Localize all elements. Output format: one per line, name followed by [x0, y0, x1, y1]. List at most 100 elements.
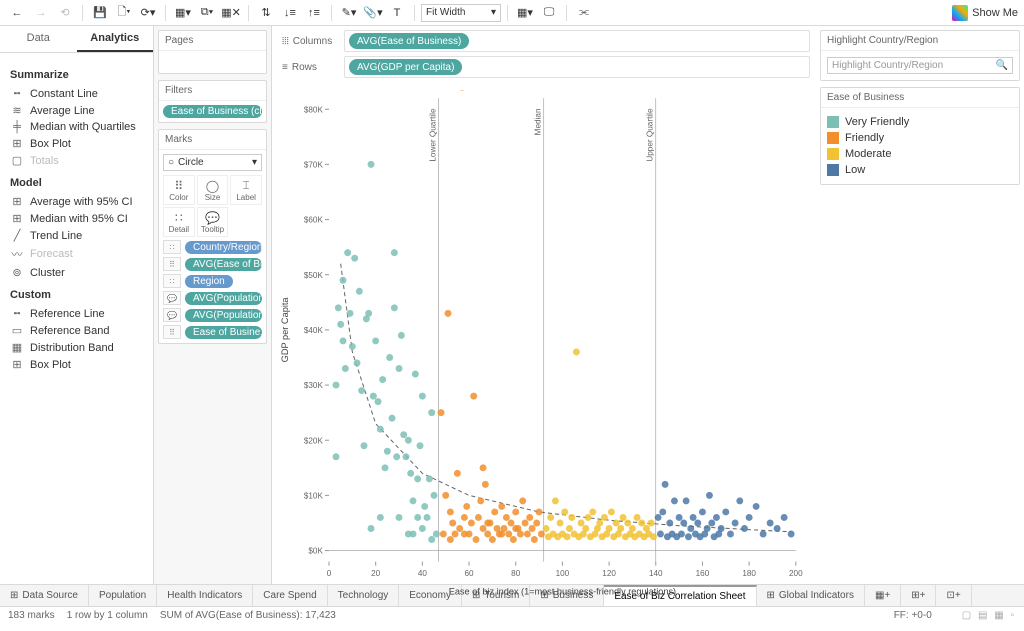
marks-slot-icon[interactable]: ⠿: [163, 257, 181, 271]
analytics-item-label: Totals: [30, 155, 59, 167]
present-icon[interactable]: 🖵: [538, 3, 560, 23]
analytics-item[interactable]: ▭Reference Band: [10, 322, 143, 339]
new-sheet-button[interactable]: ⊡+: [936, 585, 971, 606]
columns-shelf[interactable]: AVG(Ease of Business): [344, 30, 810, 52]
new-sheet-button[interactable]: ▦+: [865, 585, 901, 606]
legend-item[interactable]: Very Friendly: [827, 114, 1013, 130]
new-data-icon[interactable]: 🗋▾: [113, 3, 135, 23]
sheet-tab-label: Data Source: [22, 590, 78, 601]
refresh-icon[interactable]: ⟳▾: [137, 3, 159, 23]
marks-slot-icon[interactable]: ∷: [163, 274, 181, 288]
analytics-item[interactable]: ⊚Cluster: [10, 264, 143, 281]
marks-pill[interactable]: AVG(Population ..: [185, 292, 262, 305]
legend-item[interactable]: Low: [827, 162, 1013, 178]
analytics-item[interactable]: ╱ Trend Line: [10, 227, 143, 244]
highlight-pen-icon[interactable]: ✎▾: [338, 3, 360, 23]
marks-pill-row: 💬 AVG(Population ..: [163, 308, 262, 322]
show-cards-icon[interactable]: ▦▾: [514, 3, 536, 23]
fit-dropdown[interactable]: Fit Width ▾: [421, 4, 501, 22]
analytics-item-icon: ⊞: [10, 137, 24, 150]
analytics-item[interactable]: ⊞Median with 95% CI: [10, 210, 143, 227]
status-marks: 183 marks: [8, 610, 55, 621]
main-area: Data Analytics Summarize╍Constant Line≋A…: [0, 26, 1024, 584]
undo-small-icon[interactable]: ⟲: [54, 3, 76, 23]
svg-text:$20K: $20K: [304, 436, 324, 445]
rows-shelf-label: ≡Rows: [278, 62, 338, 73]
svg-text:Ease of biz index (1=most busi: Ease of biz index (1=most business-frien…: [449, 586, 676, 596]
marks-cell-size[interactable]: ◯Size: [197, 175, 229, 205]
attach-icon[interactable]: 📎▾: [362, 3, 384, 23]
analytics-item-icon: 〰: [10, 246, 24, 262]
analytics-item-icon: ╱: [10, 229, 24, 242]
svg-text:Lower Quartile: Lower Quartile: [429, 108, 438, 162]
legend-swatch: [827, 132, 839, 144]
marks-cell-tooltip[interactable]: 💬Tooltip: [197, 207, 229, 237]
sheet-tab[interactable]: Health Indicators: [157, 585, 253, 606]
marks-slot-icon[interactable]: 💬: [163, 291, 181, 305]
analytics-item-icon: ≋: [10, 104, 24, 117]
analytics-item[interactable]: ╪Median with Quartiles: [10, 119, 143, 135]
marks-slot-icon[interactable]: ⠿: [163, 325, 181, 339]
marks-cell-color[interactable]: ⠿Color: [163, 175, 195, 205]
show-me-button[interactable]: Show Me: [952, 5, 1018, 21]
sort-desc-icon[interactable]: ↑≡: [303, 3, 325, 23]
highlight-title: Highlight Country/Region: [821, 31, 1019, 51]
marks-pill[interactable]: AVG(Ease of Busi..: [185, 258, 262, 271]
analytics-item-icon: ╪: [10, 121, 24, 133]
save-icon[interactable]: 💾: [89, 3, 111, 23]
share-icon[interactable]: ⫘: [573, 3, 595, 23]
analytics-item[interactable]: ⊞Box Plot: [10, 356, 143, 373]
duplicate-icon[interactable]: ⧉▾: [196, 3, 218, 23]
marks-pill[interactable]: AVG(Population ..: [185, 309, 262, 322]
rows-pill[interactable]: AVG(GDP per Capita): [349, 59, 462, 75]
sort-asc-icon[interactable]: ↓≡: [279, 3, 301, 23]
columns-pill[interactable]: AVG(Ease of Business): [349, 33, 469, 49]
analytics-item[interactable]: ╍Constant Line: [10, 85, 143, 102]
highlight-placeholder: Highlight Country/Region: [832, 60, 943, 71]
left-tabs: Data Analytics: [0, 26, 153, 53]
marks-pill[interactable]: Ease of Busine.. ≡: [185, 326, 262, 339]
chart-area[interactable]: 020406080100120140160180200$0K$10K$20K$3…: [272, 86, 816, 607]
analytics-item-icon: ⊞: [10, 358, 24, 371]
marks-pill[interactable]: Region: [185, 275, 233, 288]
back-icon[interactable]: ←: [6, 3, 28, 23]
marks-pill[interactable]: Country/Region: [185, 241, 262, 254]
clear-icon[interactable]: ▦✕: [220, 3, 242, 23]
swap-icon[interactable]: ⇅: [255, 3, 277, 23]
sheet-tab[interactable]: Population: [89, 585, 157, 606]
sheet-tab[interactable]: ⊞Data Source: [0, 585, 89, 606]
marks-pill-label: AVG(Population ..: [193, 293, 262, 304]
legend-item[interactable]: Moderate: [827, 146, 1013, 162]
columns-shelf-label: ⦙⦙⦙Columns: [278, 36, 338, 47]
rows-shelf[interactable]: AVG(GDP per Capita): [344, 56, 810, 78]
marks-slot-icon[interactable]: 💬: [163, 308, 181, 322]
marks-cell-label[interactable]: ⌶Label: [230, 175, 262, 205]
analytics-item[interactable]: ▦Distribution Band: [10, 339, 143, 356]
new-worksheet-icon[interactable]: ▦▾: [172, 3, 194, 23]
analytics-item-icon: ▦: [10, 341, 24, 354]
tab-data[interactable]: Data: [0, 26, 77, 52]
analytics-panel: Data Analytics Summarize╍Constant Line≋A…: [0, 26, 154, 584]
legend-item[interactable]: Friendly: [827, 130, 1013, 146]
analytics-item[interactable]: ⊞Box Plot: [10, 135, 143, 152]
analytics-section-title: Custom: [10, 289, 143, 301]
analytics-item-label: Constant Line: [30, 88, 98, 100]
tab-analytics[interactable]: Analytics: [77, 26, 154, 52]
marks-cell-detail[interactable]: ∷Detail: [163, 207, 195, 237]
analytics-item[interactable]: ≋Average Line: [10, 102, 143, 119]
svg-text:140: 140: [649, 569, 663, 578]
analytics-item[interactable]: ⊞Average with 95% CI: [10, 193, 143, 210]
marks-pill-row: ⠿ AVG(Ease of Busi..: [163, 257, 262, 271]
highlight-input[interactable]: Highlight Country/Region 🔍: [827, 57, 1013, 74]
marks-slot-icon[interactable]: ∷: [163, 240, 181, 254]
analytics-section-title: Model: [10, 177, 143, 189]
forward-icon[interactable]: →: [30, 3, 52, 23]
analytics-item-label: Trend Line: [30, 230, 82, 242]
text-icon[interactable]: T: [386, 3, 408, 23]
new-sheet-button[interactable]: ⊞+: [901, 585, 936, 606]
filter-pill[interactable]: Ease of Business (cl.. ≡: [163, 105, 262, 118]
status-view-icons[interactable]: ▢ ▤ ▦ ▫: [962, 610, 1016, 621]
marks-type-dropdown[interactable]: ○Circle ▾: [163, 154, 262, 171]
analytics-item[interactable]: ╍Reference Line: [10, 305, 143, 322]
marks-cell-label: Detail: [169, 225, 189, 234]
